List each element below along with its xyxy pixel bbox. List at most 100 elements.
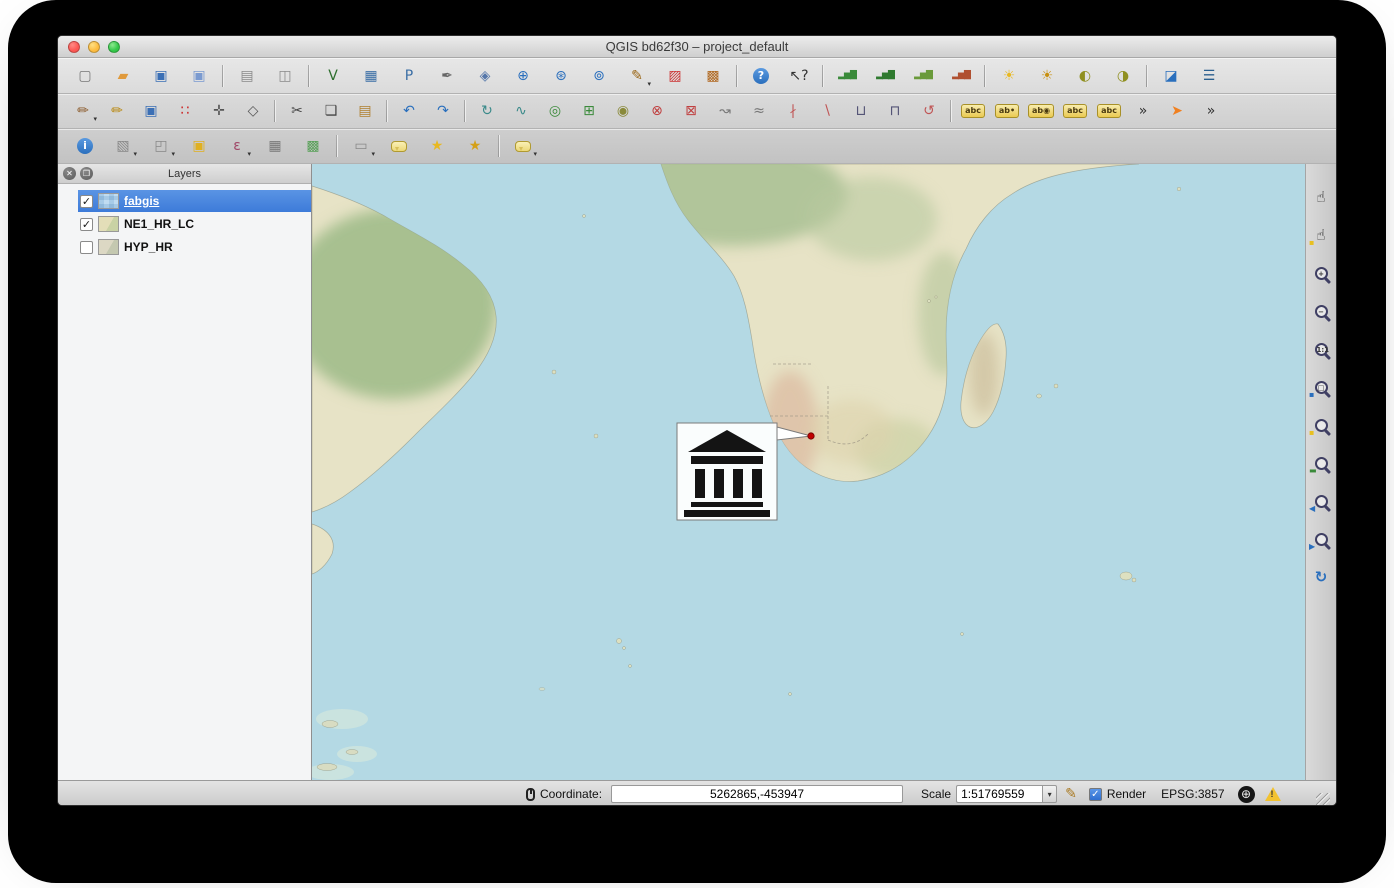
layer-checkbox[interactable] (80, 241, 93, 254)
render-checkbox[interactable]: ✓ (1089, 788, 1102, 801)
rotate-feature-button[interactable]: ↻ (474, 98, 500, 124)
paste-features-button[interactable]: ▤ (352, 98, 378, 124)
float-panel-icon[interactable]: ❒ (80, 167, 93, 180)
open-project-button[interactable]: ▰ (110, 63, 136, 89)
fill-ring-button[interactable]: ◉ (610, 98, 636, 124)
toolbar-overflow-button[interactable]: » (1130, 98, 1156, 124)
offset-curve-button[interactable]: ≈ (746, 98, 772, 124)
node-tool-button[interactable]: ◇ (240, 98, 266, 124)
layer-item-fabgis[interactable]: ✓fabgis (78, 190, 311, 212)
pan-map-button[interactable]: ☝ (1308, 184, 1334, 210)
move-feature-button[interactable]: ✛ (206, 98, 232, 124)
show-bookmarks-button[interactable]: ★ (462, 133, 488, 159)
current-edits-button[interactable]: ✏▾ (70, 98, 96, 124)
merge-attributes-button[interactable]: ⊓ (882, 98, 908, 124)
zoom-next-button[interactable]: ▶ (1308, 526, 1334, 552)
coordinate-input[interactable] (611, 785, 903, 803)
label-show-hide-button[interactable]: ab◉ (1028, 98, 1054, 124)
select-by-expression-button[interactable]: ε▾ (224, 133, 250, 159)
raster-local-histogram-stretch-button[interactable]: ▂▅▇ (834, 63, 860, 89)
pan-to-selection-button[interactable]: ☝▪ (1308, 222, 1334, 248)
save-layer-edits-button[interactable]: ▣ (138, 98, 164, 124)
title-bar[interactable]: QGIS bd62f30 – project_default (58, 36, 1336, 58)
identify-features-button[interactable]: i (72, 133, 98, 159)
rotate-point-symbols-button[interactable]: ↺ (916, 98, 942, 124)
plugin-tool-button[interactable]: ➤ (1164, 98, 1190, 124)
label-properties-button[interactable]: abc (960, 98, 986, 124)
close-panel-icon[interactable]: ✕ (63, 167, 76, 180)
add-delimited-text-layer-button[interactable]: ▩ (700, 63, 726, 89)
zoom-in-button[interactable]: + (1308, 260, 1334, 286)
zoom-button[interactable] (108, 41, 120, 53)
layer-checkbox[interactable]: ✓ (80, 218, 93, 231)
log-messages-button[interactable]: ! (1265, 787, 1281, 801)
new-layer-button[interactable]: ✎▾ (624, 63, 650, 89)
select-by-rectangle-button[interactable]: ◰▾ (148, 133, 174, 159)
zoom-out-button[interactable]: − (1308, 298, 1334, 324)
add-part-button[interactable]: ⊞ (576, 98, 602, 124)
toolbar-overflow-2-button[interactable]: » (1198, 98, 1224, 124)
deselect-all-button[interactable]: ▣ (186, 133, 212, 159)
composer-manager-button[interactable]: ◫ (272, 63, 298, 89)
merge-features-button[interactable]: ⊔ (848, 98, 874, 124)
new-print-composer-button[interactable]: ▤ (234, 63, 260, 89)
increase-contrast-button[interactable]: ◐ (1072, 63, 1098, 89)
scale-dropdown-arrow-icon[interactable]: ▾ (1042, 785, 1057, 803)
add-wms-layer-button[interactable]: ⊕ (510, 63, 536, 89)
add-raster-layer-button[interactable]: ▦ (358, 63, 384, 89)
raster-full-cumulative-stretch-button[interactable]: ▂▅▇ (948, 63, 974, 89)
text-annotation-button[interactable]: ▾ (510, 133, 536, 159)
label-rotate-button[interactable]: abc (1096, 98, 1122, 124)
delete-ring-button[interactable]: ⊗ (644, 98, 670, 124)
resize-grip[interactable] (1316, 793, 1330, 806)
save-project-as-button[interactable]: ▣ (186, 63, 212, 89)
label-pin-unpin-button[interactable]: ab• (994, 98, 1020, 124)
close-button[interactable] (68, 41, 80, 53)
help-contents-button[interactable]: ? (748, 63, 774, 89)
increase-brightness-button[interactable]: ☀ (996, 63, 1022, 89)
decrease-contrast-button[interactable]: ◑ (1110, 63, 1136, 89)
redo-button[interactable]: ↷ (430, 98, 456, 124)
raster-local-cumulative-stretch-button[interactable]: ▂▅▇ (910, 63, 936, 89)
add-wfs-layer-button[interactable]: ⊚ (586, 63, 612, 89)
remove-layer-button[interactable]: ▨ (662, 63, 688, 89)
scale-combobox[interactable]: ▾ (956, 785, 1057, 803)
copy-features-button[interactable]: ❏ (318, 98, 344, 124)
field-calculator-button[interactable]: ▩ (300, 133, 326, 159)
cut-features-button[interactable]: ✂ (284, 98, 310, 124)
zoom-last-button[interactable]: ◀ (1308, 488, 1334, 514)
raster-full-histogram-stretch-button[interactable]: ▂▅▇ (872, 63, 898, 89)
add-postgis-layer-button[interactable]: P (396, 63, 422, 89)
new-bookmark-button[interactable]: ★ (424, 133, 450, 159)
layer-item-HYP_HR[interactable]: HYP_HR (58, 236, 311, 258)
minimize-button[interactable] (88, 41, 100, 53)
whats-this-button[interactable]: ↖? (786, 63, 812, 89)
split-features-button[interactable]: ∤ (780, 98, 806, 124)
split-parts-button[interactable]: ∖ (814, 98, 840, 124)
zoom-actual-size-button[interactable]: 1:1 (1308, 336, 1334, 362)
reshape-features-button[interactable]: ↝ (712, 98, 738, 124)
zoom-full-extent-button[interactable]: □▪ (1308, 374, 1334, 400)
undo-button[interactable]: ↶ (396, 98, 422, 124)
zoom-to-selection-button[interactable]: ▪ (1308, 412, 1334, 438)
simplify-feature-button[interactable]: ∿ (508, 98, 534, 124)
crs-status-button[interactable]: ⊕ (1238, 786, 1255, 803)
delete-part-button[interactable]: ⊠ (678, 98, 704, 124)
decrease-brightness-button[interactable]: ☀ (1034, 63, 1060, 89)
map-canvas[interactable] (312, 164, 1305, 780)
map-tool-button[interactable]: ◪ (1158, 63, 1184, 89)
label-move-button[interactable]: abc (1062, 98, 1088, 124)
db-manager-button[interactable]: ☰ (1196, 63, 1222, 89)
refresh-map-button[interactable]: ↻ (1308, 564, 1334, 590)
new-project-button[interactable]: ▢ (72, 63, 98, 89)
add-vector-layer-button[interactable]: V (320, 63, 346, 89)
coordinate-capture-icon[interactable] (526, 788, 535, 801)
add-wcs-layer-button[interactable]: ⊛ (548, 63, 574, 89)
scale-magnifier-icon[interactable]: ✎ (1065, 786, 1077, 802)
zoom-to-layer-button[interactable]: ▬ (1308, 450, 1334, 476)
layer-checkbox[interactable]: ✓ (80, 195, 93, 208)
add-mssql-layer-button[interactable]: ◈ (472, 63, 498, 89)
add-ring-button[interactable]: ◎ (542, 98, 568, 124)
select-features-button[interactable]: ▧▾ (110, 133, 136, 159)
layer-item-NE1_HR_LC[interactable]: ✓NE1_HR_LC (58, 213, 311, 235)
